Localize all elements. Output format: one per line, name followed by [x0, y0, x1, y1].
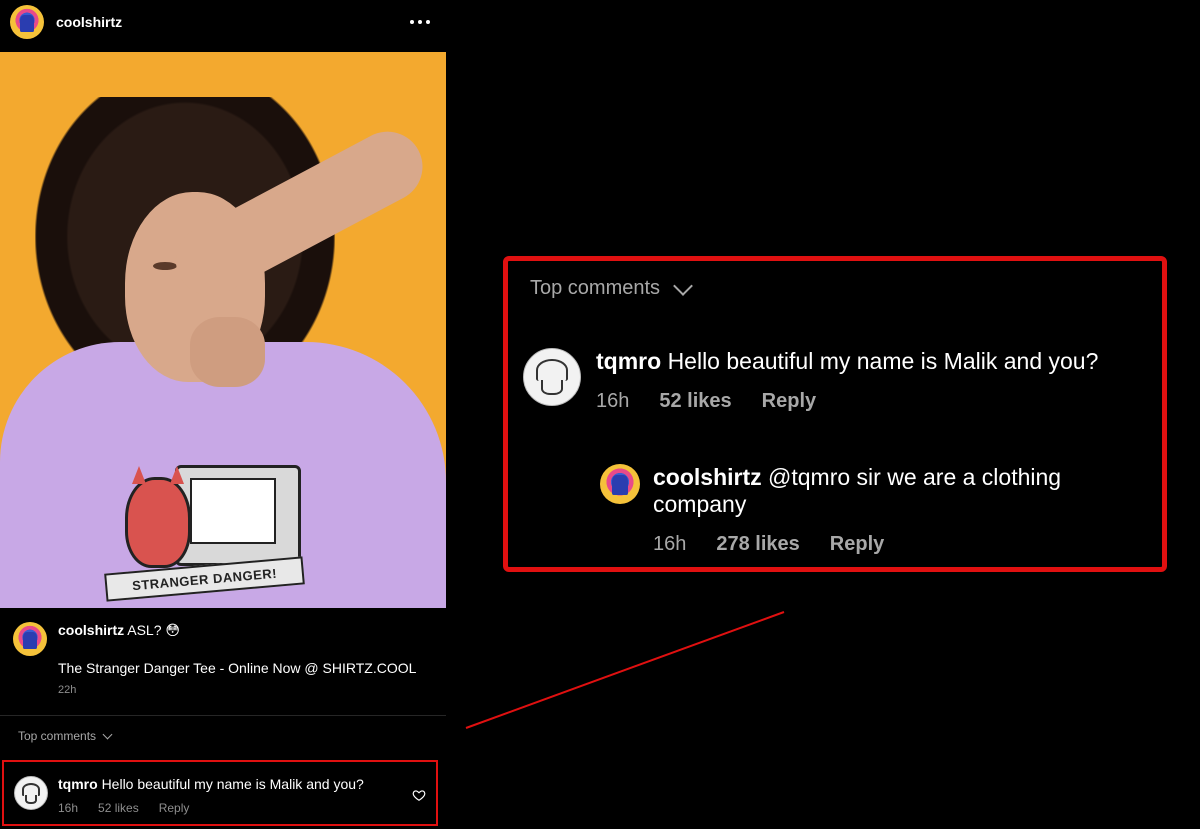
reply-button[interactable]: Reply [762, 390, 816, 413]
comment-username[interactable]: tqmro [596, 348, 661, 374]
top-comments-toggle[interactable]: Top comments [18, 729, 113, 743]
comment-text: tqmro Hello beautiful my name is Malik a… [58, 776, 364, 792]
reply-likes[interactable]: 278 likes [716, 533, 799, 556]
caption-line2: The Stranger Danger Tee - Online Now @ S… [58, 660, 417, 676]
comment-username[interactable]: tqmro [58, 776, 98, 792]
zoomed-comments: Top comments tqmro Hello beautiful my na… [503, 256, 1167, 572]
reply-button[interactable]: Reply [830, 533, 884, 556]
comment-likes[interactable]: 52 likes [659, 390, 731, 413]
avatar[interactable] [13, 622, 47, 656]
post-panel: coolshirtz STRANGER DANGER! coolshirtz A… [0, 0, 446, 829]
avatar[interactable] [10, 5, 44, 39]
avatar[interactable] [523, 348, 581, 406]
shirt-graphic: STRANGER DANGER! [104, 457, 310, 607]
caption-time: 22h [58, 684, 77, 696]
reply-text: coolshirtz @tqmro sir we are a clothing … [653, 464, 1133, 518]
avatar[interactable] [600, 464, 640, 504]
post-username[interactable]: coolshirtz [56, 14, 122, 30]
caption-body: ASL? 😳 [127, 622, 180, 638]
top-comments-toggle[interactable]: Top comments [530, 275, 693, 300]
comment-likes[interactable]: 52 likes [98, 801, 139, 815]
avatar[interactable] [14, 776, 48, 810]
comment-text: tqmro Hello beautiful my name is Malik a… [596, 348, 1098, 375]
more-icon[interactable] [410, 14, 430, 30]
reply-time: 16h [653, 533, 687, 555]
heart-icon[interactable] [412, 788, 426, 802]
reply-username[interactable]: coolshirtz [653, 464, 762, 490]
comment-highlighted: tqmro Hello beautiful my name is Malik a… [2, 760, 438, 826]
post-caption: coolshirtz ASL? 😳 The Stranger Danger Te… [0, 612, 446, 712]
top-comments-label: Top comments [530, 277, 661, 299]
reply-meta: 16h 278 likes Reply [653, 533, 884, 556]
caption-username[interactable]: coolshirtz [58, 622, 124, 638]
comment-meta: 16h 52 likes Reply [58, 801, 189, 815]
reply-button[interactable]: Reply [159, 801, 190, 815]
chevron-down-icon [102, 729, 113, 740]
comment-time: 16h [596, 390, 630, 412]
photo-fist [190, 317, 265, 387]
post-header: coolshirtz [0, 0, 446, 46]
chevron-down-icon [673, 275, 693, 296]
comment-time: 16h [58, 801, 79, 815]
comment-meta: 16h 52 likes Reply [596, 390, 816, 413]
top-comments-label: Top comments [18, 729, 97, 743]
comment-body: Hello beautiful my name is Malik and you… [667, 348, 1099, 374]
divider [0, 715, 446, 716]
comment-body: Hello beautiful my name is Malik and you… [101, 776, 364, 792]
caption-text: coolshirtz ASL? 😳 [58, 622, 180, 639]
post-photo: STRANGER DANGER! [0, 52, 446, 608]
